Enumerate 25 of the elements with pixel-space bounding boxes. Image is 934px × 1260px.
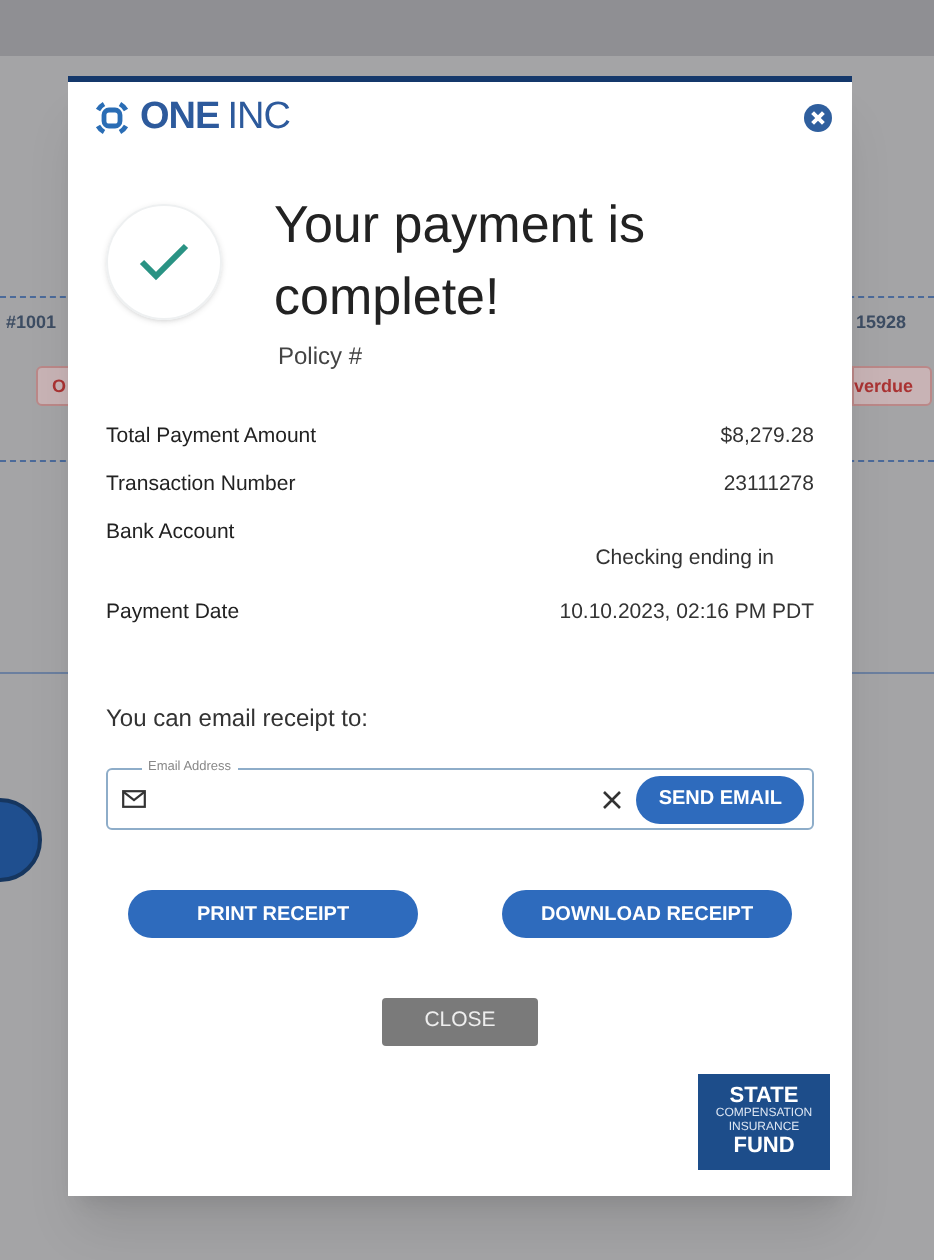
status-badge: verdue <box>852 366 932 406</box>
detail-value: Checking ending in <box>595 544 774 574</box>
close-button[interactable]: CLOSE <box>382 998 538 1046</box>
checkmark-icon <box>138 242 190 282</box>
order-number: #1001 <box>6 310 57 336</box>
detail-label: Bank Account <box>106 518 235 548</box>
logo-icon <box>90 96 134 140</box>
policy-label: Policy # <box>278 340 365 374</box>
email-field[interactable]: SEND EMAIL <box>106 768 814 830</box>
dialog-title: Your payment is complete! <box>274 192 647 330</box>
detail-value: $8,279.28 <box>720 422 814 452</box>
close-icon[interactable] <box>802 102 834 134</box>
order-number: 15928 <box>856 310 907 336</box>
brand-logo: ONE INC <box>140 93 291 142</box>
email-prompt: You can email receipt to: <box>106 702 370 736</box>
receipt-button[interactable]: DOWNLOAD RECEIPT <box>502 890 792 938</box>
send-email-button[interactable]: SEND EMAIL <box>636 775 804 823</box>
detail-value: 10.10.2023, 02:16 PM PDT <box>559 598 814 628</box>
receipt-button[interactable]: PRINT RECEIPT <box>128 890 418 938</box>
clear-icon[interactable] <box>602 789 623 809</box>
detail-label: Payment Date <box>106 598 240 628</box>
detail-label: Total Payment Amount <box>106 422 317 452</box>
detail-value: 23111278 <box>723 470 814 500</box>
mail-icon <box>122 790 146 808</box>
detail-label: Transaction Number <box>106 470 296 500</box>
